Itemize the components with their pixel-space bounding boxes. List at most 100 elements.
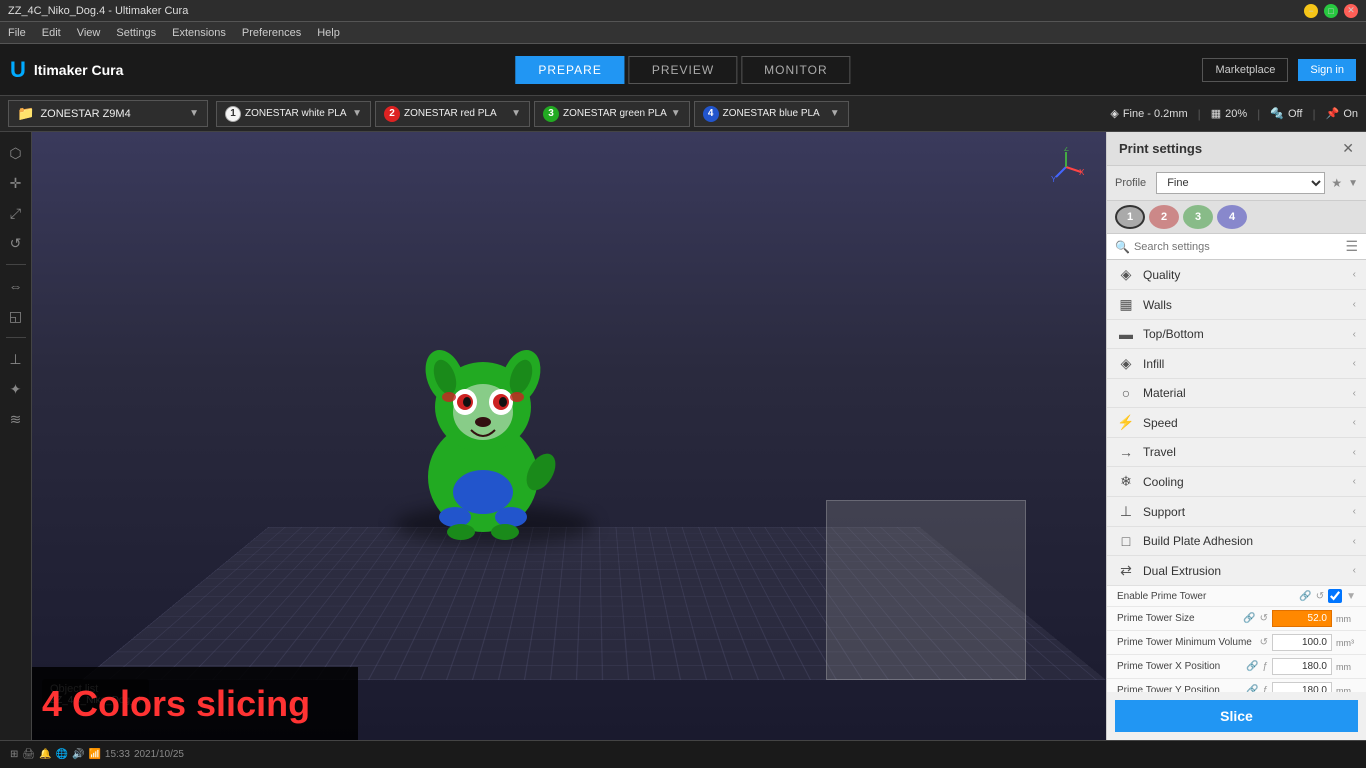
walls-cat-arrow: ‹ xyxy=(1353,299,1356,310)
menu-help[interactable]: Help xyxy=(317,27,340,39)
tool-scale[interactable]: ⤢ xyxy=(3,200,29,226)
close-button[interactable]: ✕ xyxy=(1344,4,1358,18)
status-icon-4: 🌐 xyxy=(56,749,68,760)
prime-tower-size-input[interactable] xyxy=(1272,610,1332,627)
status-icon-5: 🔊 xyxy=(72,749,84,760)
reset-icon-4[interactable]: ƒ xyxy=(1262,661,1268,672)
prime-tower-y-input[interactable] xyxy=(1272,682,1332,692)
menu-file[interactable]: File xyxy=(8,27,26,39)
slot-number-2: 2 xyxy=(384,106,400,122)
signin-button[interactable]: Sign in xyxy=(1298,59,1356,81)
quality-cat-icon: ◈ xyxy=(1117,266,1135,283)
link-icon-4[interactable]: 🔗 xyxy=(1246,661,1258,672)
selection-square xyxy=(826,500,1026,680)
dog-model[interactable] xyxy=(383,322,583,555)
menu-preferences[interactable]: Preferences xyxy=(242,27,301,39)
panel-close-button[interactable]: ✕ xyxy=(1342,140,1354,157)
link-icon-2[interactable]: 🔗 xyxy=(1243,613,1255,624)
extruder-tab-3[interactable]: 3 xyxy=(1183,205,1213,229)
logo-text: ltimaker Cura xyxy=(34,62,123,78)
prime-tower-x-unit: mm xyxy=(1336,662,1356,672)
category-quality[interactable]: ◈ Quality ‹ xyxy=(1107,260,1366,290)
category-walls[interactable]: ▦ Walls ‹ xyxy=(1107,290,1366,320)
config-infill[interactable]: ▦ 20% xyxy=(1211,107,1247,120)
tool-select[interactable]: ⬡ xyxy=(3,140,29,166)
infill-value: 20% xyxy=(1225,108,1247,120)
category-support[interactable]: ⊥ Support ‹ xyxy=(1107,497,1366,527)
slice-button[interactable]: Slice xyxy=(1115,700,1358,732)
tool-support[interactable]: ⊥ xyxy=(3,346,29,372)
window-title: ZZ_4C_Niko_Dog.4 - Ultimaker Cura xyxy=(8,5,188,17)
quality-cat-arrow: ‹ xyxy=(1353,269,1356,280)
tool-mirror[interactable]: ⇔ xyxy=(3,273,29,299)
extruder-tab-1[interactable]: 1 xyxy=(1115,205,1145,229)
field-prime-tower-x: Prime Tower X Position 🔗 ƒ mm xyxy=(1107,655,1366,679)
category-speed[interactable]: ⚡ Speed ‹ xyxy=(1107,408,1366,438)
extruder-tab-2[interactable]: 2 xyxy=(1149,205,1179,229)
tool-fuzzy[interactable]: ≋ xyxy=(3,406,29,432)
material-slot-2[interactable]: 2 ZONESTAR red PLA ▼ xyxy=(375,101,530,127)
extruder-tab-4[interactable]: 4 xyxy=(1217,205,1247,229)
profile-star-icon[interactable]: ★ xyxy=(1331,176,1342,190)
title-bar: ZZ_4C_Niko_Dog.4 - Ultimaker Cura − □ ✕ xyxy=(0,0,1366,22)
category-travel[interactable]: → Travel ‹ xyxy=(1107,438,1366,467)
menu-settings[interactable]: Settings xyxy=(116,27,156,39)
travel-cat-label: Travel xyxy=(1143,445,1345,459)
category-cooling[interactable]: ❄ Cooling ‹ xyxy=(1107,467,1366,497)
config-adhesion[interactable]: 📌 On xyxy=(1326,107,1358,120)
support-cat-label: Support xyxy=(1143,505,1345,519)
material-slot-3[interactable]: 3 ZONESTAR green PLA ▼ xyxy=(534,101,690,127)
status-icon-2: 🖨 xyxy=(22,749,35,760)
config-quality[interactable]: ◈ Fine - 0.2mm xyxy=(1110,107,1187,120)
link-icon-1[interactable]: 🔗 xyxy=(1299,591,1311,602)
link-icon-5[interactable]: 🔗 xyxy=(1246,685,1258,692)
category-infill[interactable]: ◈ Infill ‹ xyxy=(1107,349,1366,379)
category-dualextrusion[interactable]: ⇄ Dual Extrusion ‹ xyxy=(1107,556,1366,586)
settings-menu-icon[interactable]: ☰ xyxy=(1345,238,1358,255)
material-slot-1[interactable]: 1 ZONESTAR white PLA ▼ xyxy=(216,101,371,127)
nav-prepare[interactable]: PREPARE xyxy=(515,56,624,84)
marketplace-button[interactable]: Marketplace xyxy=(1202,58,1288,82)
prime-tower-y-unit: mm xyxy=(1336,686,1356,693)
reset-icon-3[interactable]: ↺ xyxy=(1260,637,1268,648)
profile-arrow-icon[interactable]: ▼ xyxy=(1348,178,1358,189)
status-bar: ⊞ 🖨 🔔 🌐 🔊 📶 15:33 2021/10/25 xyxy=(0,740,1366,768)
prime-tower-checkbox[interactable] xyxy=(1328,589,1342,603)
printer-selector[interactable]: 📁 ZONESTAR Z9M4 ▼ xyxy=(8,100,208,127)
tool-seam[interactable]: ✦ xyxy=(3,376,29,402)
support-cat-icon: ⊥ xyxy=(1117,503,1135,520)
tool-permodel[interactable]: ◱ xyxy=(3,303,29,329)
travel-cat-icon: → xyxy=(1117,444,1135,460)
menu-extensions[interactable]: Extensions xyxy=(172,27,226,39)
walls-cat-label: Walls xyxy=(1143,298,1345,312)
material-cat-arrow: ‹ xyxy=(1353,388,1356,399)
reset-icon-5[interactable]: ƒ xyxy=(1262,685,1268,692)
slot-name-4: ZONESTAR blue PLA xyxy=(723,108,820,119)
prime-tower-x-input[interactable] xyxy=(1272,658,1332,675)
tool-move[interactable]: ✛ xyxy=(3,170,29,196)
material-slot-4[interactable]: 4 ZONESTAR blue PLA ▼ xyxy=(694,101,849,127)
viewport[interactable]: Object list ZZ_4C_Niko_Dog_4 4 Colors sl… xyxy=(32,132,1106,740)
menu-view[interactable]: View xyxy=(77,27,101,39)
topbottom-cat-icon: ▬ xyxy=(1117,326,1135,342)
tool-rotate[interactable]: ↺ xyxy=(3,230,29,256)
minimize-button[interactable]: − xyxy=(1304,4,1318,18)
status-icon-6: 📶 xyxy=(88,749,100,760)
prime-tower-volume-input[interactable] xyxy=(1272,634,1332,651)
quality-value: Fine - 0.2mm xyxy=(1123,108,1188,120)
menu-edit[interactable]: Edit xyxy=(42,27,61,39)
slot-name-3: ZONESTAR green PLA xyxy=(563,108,667,119)
prime-tower-dropdown[interactable]: ▼ xyxy=(1346,591,1356,602)
search-input[interactable] xyxy=(1134,241,1341,253)
category-topbottom[interactable]: ▬ Top/Bottom ‹ xyxy=(1107,320,1366,349)
maximize-button[interactable]: □ xyxy=(1324,4,1338,18)
field-label-tower-y: Prime Tower Y Position xyxy=(1117,685,1242,692)
nav-monitor[interactable]: MONITOR xyxy=(741,56,850,84)
category-buildplate[interactable]: □ Build Plate Adhesion ‹ xyxy=(1107,527,1366,556)
nav-preview[interactable]: PREVIEW xyxy=(629,56,737,84)
reset-icon-1[interactable]: ↺ xyxy=(1316,591,1324,602)
category-material[interactable]: ○ Material ‹ xyxy=(1107,379,1366,408)
reset-icon-2[interactable]: ↺ xyxy=(1260,613,1268,624)
config-support[interactable]: 🔩 Off xyxy=(1270,107,1302,120)
profile-select[interactable]: Fine Normal Draft xyxy=(1156,172,1325,194)
